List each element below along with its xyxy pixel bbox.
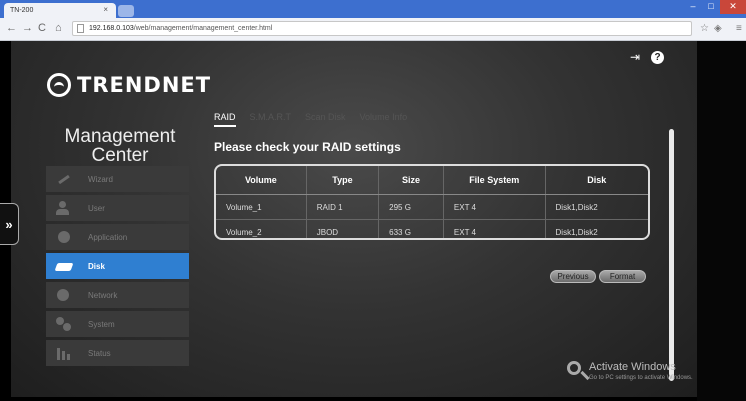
table-cell: EXT 4 [442,219,546,238]
url-host: 192.168.0.103 [89,25,134,32]
bookmark-star-icon[interactable]: ☆ [700,23,709,34]
table-row: Volume_1 RAID 1 295 G EXT 4 Disk1,Disk2 [216,194,648,220]
page-viewport: TRENDNET ⇥ ? Management Center Wizard Us… [0,41,746,401]
sidebar-item-label: System [88,319,115,329]
menu-icon[interactable]: ≡ [736,23,742,34]
watermark-title: Activate Windows [589,361,676,373]
table-cell: 295 G [378,194,444,220]
table-cell: Disk1,Disk2 [544,219,648,238]
sidebar-item-user[interactable]: User [46,195,189,221]
sidebar-item-network[interactable]: Network [46,282,189,308]
format-button[interactable]: Format [599,270,646,283]
network-icon [56,288,74,302]
table-header-row: Volume Type Size File System Disk [216,166,648,195]
tab-raid[interactable]: RAID [214,112,236,127]
section-title: Please check your RAID settings [214,140,401,154]
table-cell: JBOD [305,219,379,238]
table-cell: RAID 1 [305,194,379,220]
address-bar[interactable]: 192.168.0.103 /web/management/management… [72,21,692,36]
status-icon [56,346,74,360]
sidebar-item-label: Disk [88,261,105,271]
page-icon [77,24,84,33]
browser-tab-title: TN-200 [10,7,34,14]
forward-arrow-icon[interactable]: → [22,22,33,34]
sidebar-item-label: User [88,203,105,213]
table-cell: 633 G [378,219,444,238]
table-cell: Volume_2 [216,219,307,238]
minimize-icon[interactable]: – [684,0,702,14]
browser-tabbar: TN-200 × – □ ✕ [0,0,746,18]
home-icon[interactable]: ⌂ [55,22,62,34]
tab-smart[interactable]: S.M.A.R.T [250,112,292,122]
table-cell: EXT 4 [442,194,546,220]
logout-icon[interactable]: ⇥ [630,51,643,64]
table-cell: Disk1,Disk2 [544,194,648,220]
trendnet-logo: TRENDNET [47,73,211,97]
raid-table: Volume Type Size File System Disk Volume… [214,164,650,240]
logo-text: TRENDNET [77,73,212,97]
sidebar-item-label: Application [88,232,128,242]
browser-tab[interactable]: TN-200 × [4,3,116,18]
management-panel: TRENDNET ⇥ ? Management Center Wizard Us… [11,41,697,397]
trendnet-logo-icon [47,73,71,97]
sidebar-item-wizard[interactable]: Wizard [46,166,189,192]
tab-close-icon[interactable]: × [103,5,108,14]
top-icons: ⇥ ? [630,51,664,64]
column-header: Type [305,166,379,195]
tab-scan-disk[interactable]: Scan Disk [305,112,346,122]
sidebar-item-disk[interactable]: Disk [46,253,189,279]
extension-icon[interactable]: ◈ [714,23,722,34]
back-arrow-icon[interactable]: ← [6,22,17,34]
sidebar-item-status[interactable]: Status [46,340,189,366]
column-header: Size [378,166,444,195]
column-header: Volume [216,166,307,195]
table-cell: Volume_1 [216,194,307,220]
expand-sidebar-button[interactable]: » [0,203,19,245]
window-controls: – □ ✕ [684,0,746,14]
window-close-icon[interactable]: ✕ [720,0,746,14]
wizard-icon [56,172,74,186]
browser-toolbar: ← → C ⌂ 192.168.0.103 /web/management/ma… [0,18,746,41]
sidebar-item-application[interactable]: Application [46,224,189,250]
page-right-margin [697,41,746,401]
reload-icon[interactable]: C [38,22,46,34]
column-header: Disk [544,166,648,195]
sidebar-item-label: Status [88,348,111,358]
sidebar-item-label: Network [88,290,118,300]
system-icon [56,317,74,331]
tab-volume-info[interactable]: Volume Info [360,112,408,122]
disk-tabs: RAID S.M.A.R.T Scan Disk Volume Info [214,112,408,127]
user-icon [56,201,74,215]
sidebar-menu: Wizard User Application Disk Network Sys… [46,166,189,369]
url-path: /web/management/management_center.html [133,25,273,32]
maximize-icon[interactable]: □ [702,0,720,14]
key-icon [567,361,581,375]
disk-icon [54,259,74,273]
table-row: Volume_2 JBOD 633 G EXT 4 Disk1,Disk2 [216,219,648,238]
scrollbar[interactable] [669,129,674,381]
column-header: File System [442,166,546,195]
previous-button[interactable]: Previous [550,270,596,283]
sidebar-item-label: Wizard [88,174,113,184]
watermark-subtitle: Go to PC settings to activate Windows. [589,375,693,381]
management-center-title: Management Center [64,126,176,166]
application-icon [56,230,74,244]
help-icon[interactable]: ? [651,51,664,64]
sidebar-item-system[interactable]: System [46,311,189,337]
new-tab-button[interactable] [118,5,134,17]
